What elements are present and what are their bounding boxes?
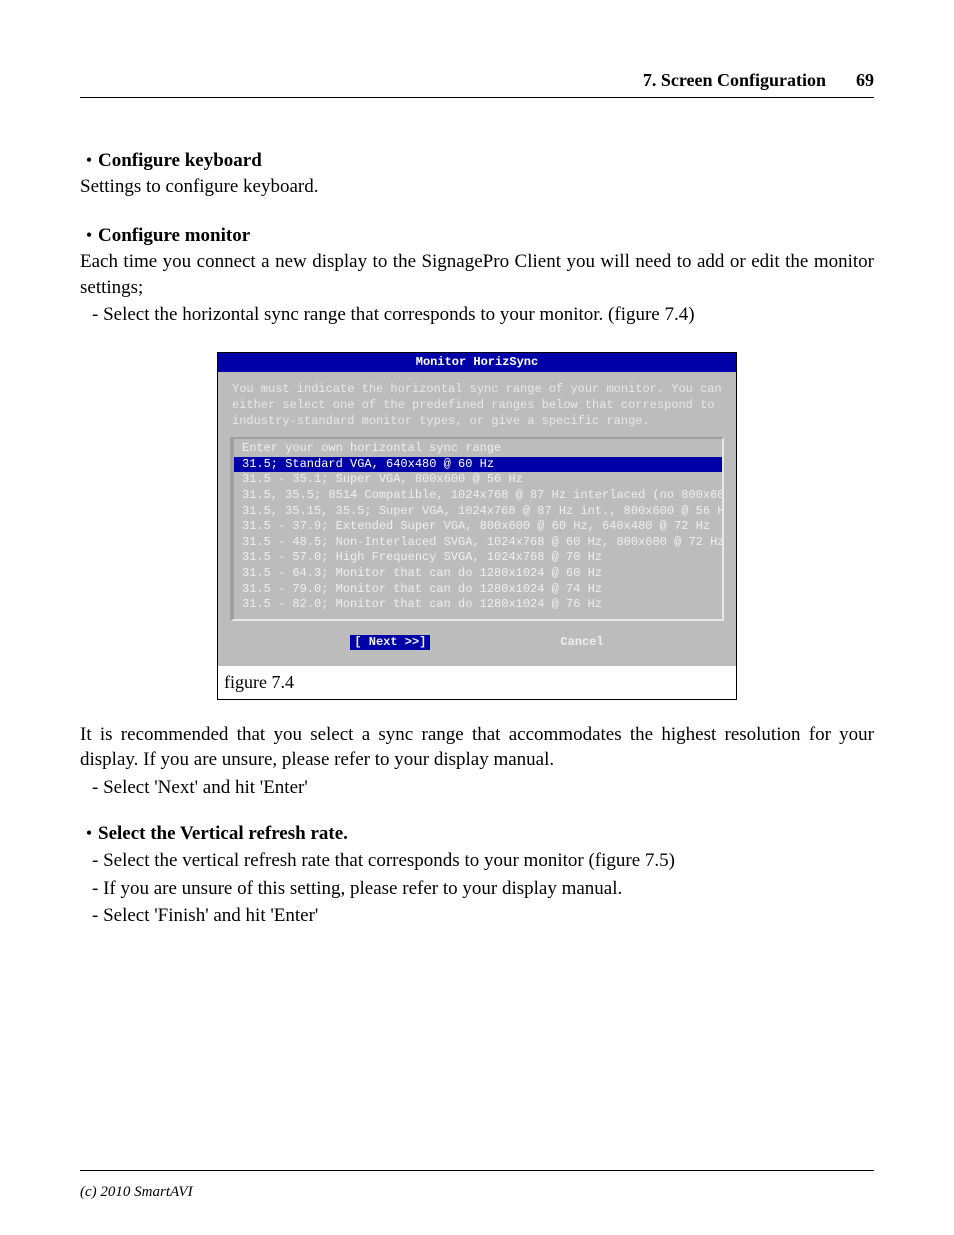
header-rule <box>80 97 874 98</box>
figure-caption: figure 7.4 <box>218 666 736 698</box>
sync-range-option[interactable]: 31.5 - 37.9; Extended Super VGA, 800x600… <box>234 519 722 535</box>
bullet-icon: • <box>80 824 98 842</box>
header-section-title: 7. Screen Configuration <box>643 70 826 91</box>
vertical-refresh-step-2: - If you are unsure of this setting, ple… <box>92 876 874 902</box>
sync-range-option[interactable]: 31.5 - 57.0; High Frequency SVGA, 1024x7… <box>234 550 722 566</box>
sync-range-option-list[interactable]: Enter your own horizontal sync range31.5… <box>230 437 724 621</box>
footer-copyright: (c) 2010 SmartAVI <box>80 1184 193 1201</box>
cancel-button[interactable]: Cancel <box>560 635 603 651</box>
sync-range-option[interactable]: 31.5 - 35.1; Super VGA, 800x600 @ 56 Hz <box>234 472 722 488</box>
vertical-refresh-step-1: - Select the vertical refresh rate that … <box>92 848 874 874</box>
recommendation-text: It is recommended that you select a sync… <box>80 722 874 773</box>
next-button[interactable]: [ Next >>] <box>350 635 430 651</box>
bullet-icon: • <box>80 226 98 244</box>
vertical-refresh-step-3: - Select 'Finish' and hit 'Enter' <box>92 903 874 929</box>
sync-range-option[interactable]: 31.5 - 48.5; Non-Interlaced SVGA, 1024x7… <box>234 535 722 551</box>
configure-monitor-step-1: - Select the horizontal sync range that … <box>92 302 874 328</box>
configure-keyboard-desc: Settings to configure keyboard. <box>80 174 874 200</box>
vertical-refresh-title: Select the Vertical refresh rate. <box>98 821 348 847</box>
monitor-horizsync-dialog: Monitor HorizSync You must indicate the … <box>218 353 736 667</box>
bullet-icon: • <box>80 151 98 169</box>
figure-7-4: Monitor HorizSync You must indicate the … <box>217 352 737 700</box>
dialog-instructions: You must indicate the horizontal sync ra… <box>232 382 722 429</box>
configure-keyboard-title: Configure keyboard <box>98 148 262 174</box>
sync-range-option[interactable]: Enter your own horizontal sync range <box>234 441 722 457</box>
footer-rule <box>80 1170 874 1171</box>
configure-monitor-title: Configure monitor <box>98 223 250 249</box>
sync-range-option[interactable]: 31.5, 35.5; 8514 Compatible, 1024x768 @ … <box>234 488 722 504</box>
sync-range-option[interactable]: 31.5, 35.15, 35.5; Super VGA, 1024x768 @… <box>234 504 722 520</box>
sync-range-option[interactable]: 31.5 - 82.0; Monitor that can do 1280x10… <box>234 597 722 613</box>
sync-range-option[interactable]: 31.5 - 79.0; Monitor that can do 1280x10… <box>234 582 722 598</box>
configure-monitor-desc: Each time you connect a new display to t… <box>80 249 874 300</box>
sync-range-option[interactable]: 31.5; Standard VGA, 640x480 @ 60 Hz <box>234 457 722 473</box>
recommendation-step-1: - Select 'Next' and hit 'Enter' <box>92 775 874 801</box>
sync-range-option[interactable]: 31.5 - 64.3; Monitor that can do 1280x10… <box>234 566 722 582</box>
dialog-title: Monitor HorizSync <box>218 353 736 373</box>
header-page-number: 69 <box>856 70 874 91</box>
